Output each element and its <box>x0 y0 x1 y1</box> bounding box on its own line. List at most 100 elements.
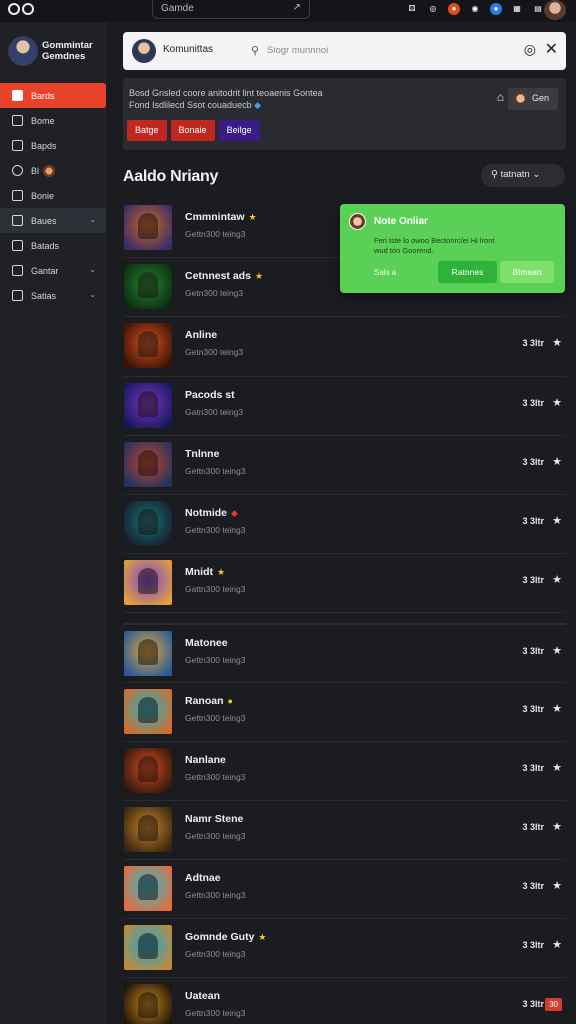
favorite-star-icon[interactable]: ★ <box>552 879 562 892</box>
refresh-icon[interactable]: ◎ <box>427 3 439 15</box>
brand-name: Komunittas <box>163 44 214 55</box>
discord-icon[interactable]: ◎ <box>524 41 536 58</box>
toast-secondary-button[interactable]: Btmean <box>500 261 554 283</box>
game-title: Anline <box>185 329 217 341</box>
sidebar-item-bl[interactable]: Bl <box>0 158 106 183</box>
game-row[interactable]: Ranoan ● Gettn300 teing3 3 3ltr ★ <box>123 683 566 742</box>
sidebar-item-baues[interactable]: Baues ⌄ <box>0 208 106 233</box>
game-title: Mnidt ★ <box>185 566 225 578</box>
game-row[interactable]: Uatean Gettn300 teing3 3 3ltr 30 <box>123 978 566 1024</box>
favorite-star-icon[interactable]: ★ <box>552 938 562 951</box>
sidebar-item-satias[interactable]: Satias ⌄ <box>0 283 106 308</box>
external-link-icon[interactable]: ↗ <box>293 2 301 13</box>
toast-link[interactable]: Sals a <box>374 268 396 277</box>
top-search-field[interactable]: Gamde ↗ <box>152 0 310 19</box>
count-badge[interactable]: 30 <box>545 998 562 1012</box>
tag-button[interactable]: Beilge <box>218 120 260 141</box>
sidebar-item-label: Satias <box>31 290 57 301</box>
shield-icon[interactable]: ◉ <box>469 3 481 15</box>
sidebar-item-bards[interactable]: Bards <box>0 83 106 108</box>
game-title-text: Matonee <box>185 637 228 650</box>
game-subtitle: Gatn300 teing3 <box>185 406 244 417</box>
game-meta: 3 3ltr <box>522 515 544 526</box>
chat-icon <box>12 265 23 276</box>
sidebar: Gommintar Gemdnes Bards Bome Bapds Bl Bonie B… <box>0 22 106 1024</box>
close-icon[interactable]: ✕ <box>545 39 558 59</box>
favorite-star-icon[interactable]: ★ <box>552 644 562 657</box>
toast-primary-button[interactable]: Ratnnes <box>438 261 497 283</box>
game-subtitle: Getn300 teing3 <box>185 288 244 299</box>
tag-button[interactable]: Batge <box>127 120 167 141</box>
sidebar-item-bome[interactable]: Bome <box>0 108 106 133</box>
game-badge-icon: ★ <box>254 271 264 282</box>
search-bar: Komunittas ⚲ Siogr munnnoi ◎ ✕ <box>123 32 566 70</box>
calendar-icon[interactable]: ▤ <box>532 3 544 15</box>
game-row[interactable]: Matonee Gettn300 teing3 3 3ltr ★ <box>123 623 566 683</box>
game-title-text: Ranoan <box>185 694 224 707</box>
home-icon[interactable]: ⌂ <box>497 90 504 104</box>
game-thumbnail <box>124 500 172 546</box>
game-row[interactable]: Tnlnne Gettn300 teing3 3 3ltr ★ <box>123 436 566 495</box>
game-row[interactable]: Pacods st Gatn300 teing3 3 3ltr ★ <box>123 377 566 436</box>
folder-icon <box>12 215 23 226</box>
sidebar-item-batads[interactable]: Batads <box>0 233 106 258</box>
game-row[interactable]: Gomnde Guty ★ Gettn300 teing3 3 3ltr ★ <box>123 919 566 979</box>
favorite-star-icon[interactable]: ★ <box>552 336 562 349</box>
app-logo-icon[interactable] <box>8 3 34 15</box>
game-meta: 3 3ltr <box>522 397 544 408</box>
gen-button[interactable]: Gen <box>508 88 558 110</box>
game-thumbnail <box>124 560 172 606</box>
game-title: Uatean <box>185 990 220 1002</box>
game-thumbnail <box>124 747 172 793</box>
record-icon[interactable]: ● <box>448 3 460 15</box>
search-icon: ⚲ <box>491 169 498 180</box>
search-input[interactable]: Siogr munnnoi <box>267 45 328 56</box>
top-search-text: Gamde <box>161 3 194 14</box>
favorite-star-icon[interactable]: ★ <box>552 514 562 527</box>
game-meta: 3 3ltr <box>522 940 544 951</box>
favorite-star-icon[interactable]: ★ <box>552 702 562 715</box>
profile-icon[interactable]: ● <box>490 3 502 15</box>
profile-name-line1: Gommintar <box>42 40 93 51</box>
filter-button[interactable]: ⚲ tatnatn ⌄ <box>481 164 565 187</box>
chevron-down-icon: ⌄ <box>89 290 96 299</box>
favorite-star-icon[interactable]: ★ <box>552 573 562 586</box>
chevron-down-icon: ⌄ <box>89 215 96 224</box>
game-thumbnail <box>124 264 172 310</box>
game-row[interactable]: Nanlane Gettn300 teing3 3 3ltr ★ <box>123 742 566 801</box>
sidebar-profile[interactable]: Gommintar Gemdnes <box>8 36 103 68</box>
circle-icon <box>12 165 23 176</box>
user-avatar[interactable] <box>544 0 566 20</box>
search-icon[interactable]: ⚲ <box>251 44 259 57</box>
tag-button[interactable]: Bonaie <box>170 120 215 141</box>
favorite-star-icon[interactable]: ★ <box>552 455 562 468</box>
sidebar-item-gantar[interactable]: Gantar ⌄ <box>0 258 106 283</box>
game-subtitle: Gettn300 teing3 <box>185 830 246 841</box>
grid-icon[interactable]: ▦ <box>511 3 523 15</box>
sidebar-item-label: Bonie <box>31 190 55 201</box>
game-subtitle: Getn300 teing3 <box>185 347 244 358</box>
game-title-text: Namr Stene <box>185 812 244 825</box>
sidebar-item-label: Bome <box>31 115 55 126</box>
profile-avatar <box>8 36 38 66</box>
favorite-star-icon[interactable]: ★ <box>552 820 562 833</box>
sidebar-item-bonie[interactable]: Bonie <box>0 183 106 208</box>
favorite-star-icon[interactable]: ★ <box>552 761 562 774</box>
favorite-star-icon[interactable]: ★ <box>552 396 562 409</box>
game-row[interactable]: Notmide ◆ Gettn300 teing3 3 3ltr ★ <box>123 495 566 555</box>
game-meta: 3 3ltr <box>522 999 544 1010</box>
home-icon <box>12 90 23 101</box>
game-title-text: Adtnae <box>185 872 221 885</box>
game-meta: 3 3ltr <box>522 456 544 467</box>
sidebar-item-bapds[interactable]: Bapds <box>0 133 106 158</box>
game-row[interactable]: Adtnae Gettn300 teing3 3 3ltr ★ <box>123 860 566 920</box>
game-badge-icon: ● <box>227 695 233 706</box>
game-row[interactable]: Namr Stene Gettn300 teing3 3 3ltr ★ <box>123 801 566 861</box>
game-title: Cmmnintaw ★ <box>185 211 257 223</box>
game-title: Cetnnest ads ★ <box>185 270 263 282</box>
game-row[interactable]: Anline Getn300 teing3 3 3ltr ★ <box>123 317 566 377</box>
puzzle-icon[interactable]: ⚄ <box>406 3 418 15</box>
game-row[interactable]: Mnidt ★ Gattn300 teing3 3 3ltr ★ <box>123 554 566 614</box>
game-title-text: Mnidt <box>185 566 213 579</box>
game-subtitle: Gettn300 teing3 <box>185 949 246 960</box>
